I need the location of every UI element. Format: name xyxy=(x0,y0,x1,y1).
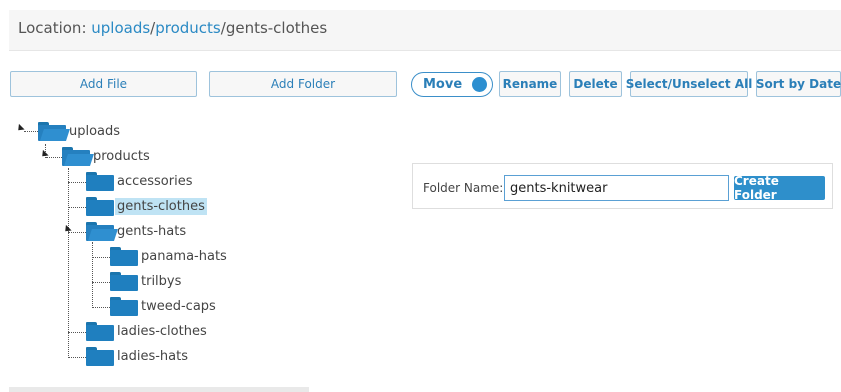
move-toggle[interactable]: Move xyxy=(411,72,493,97)
tree-connector xyxy=(92,307,110,308)
tree-node-panama-hats[interactable]: panama-hats xyxy=(110,245,229,267)
tree-connector xyxy=(68,207,86,208)
crumb-current: gents-clothes xyxy=(225,19,328,37)
create-folder-button[interactable]: Create Folder xyxy=(734,174,825,202)
tree-node-ladies-clothes[interactable]: ladies-clothes xyxy=(86,320,209,342)
folder-icon xyxy=(86,346,114,366)
folder-icon xyxy=(86,171,114,191)
tree-node-label: trilbys xyxy=(141,273,182,289)
tree-node-gents-hats[interactable]: gents-hats xyxy=(86,220,188,242)
tree-node-label: ladies-clothes xyxy=(117,323,207,339)
tree-connector xyxy=(92,257,110,258)
folder-open-icon xyxy=(38,121,70,141)
tree-connector xyxy=(68,357,86,358)
breadcrumb: Location: uploads/products/gents-clothes xyxy=(18,19,327,37)
move-label: Move xyxy=(423,77,463,92)
sort-by-date-button[interactable]: Sort by Date xyxy=(756,71,841,97)
new-folder-panel: Folder Name: Create Folder xyxy=(412,163,833,209)
tree-node-accessories[interactable]: accessories xyxy=(86,170,195,192)
horizontal-scrollbar[interactable] xyxy=(9,387,309,392)
crumb-uploads[interactable]: uploads xyxy=(91,19,150,37)
tree-node-label: ladies-hats xyxy=(117,348,188,364)
add-folder-button[interactable]: Add Folder xyxy=(209,71,397,97)
tree-node-products[interactable]: products xyxy=(62,145,152,167)
tree-connector xyxy=(68,332,86,333)
tree-connector xyxy=(68,168,69,358)
tree-node-label: panama-hats xyxy=(141,248,227,264)
folder-open-icon xyxy=(62,146,94,166)
tree-connector xyxy=(92,282,110,283)
folder-icon xyxy=(110,271,138,291)
folder-name-label: Folder Name: xyxy=(423,181,504,195)
location-bar: Location: uploads/products/gents-clothes xyxy=(9,10,841,51)
tree-node-uploads[interactable]: uploads xyxy=(38,120,122,142)
folder-icon xyxy=(110,246,138,266)
tree-node-label: gents-clothes xyxy=(115,197,207,215)
tree-connector xyxy=(24,131,38,132)
location-prefix: Location: xyxy=(18,19,92,37)
rename-button[interactable]: Rename xyxy=(499,71,561,97)
select-all-button[interactable]: Select/Unselect All xyxy=(626,71,752,97)
tree-connector xyxy=(68,232,86,233)
folder-icon xyxy=(86,321,114,341)
folder-name-input[interactable] xyxy=(504,175,729,201)
tree-connector xyxy=(92,242,93,308)
folder-open-icon xyxy=(86,221,118,241)
tree-node-tweed-caps[interactable]: tweed-caps xyxy=(110,295,218,317)
tree-node-label: accessories xyxy=(117,173,193,189)
tree-node-trilbys[interactable]: trilbys xyxy=(110,270,183,292)
delete-button[interactable]: Delete xyxy=(569,71,622,97)
folder-icon xyxy=(86,196,114,216)
tree-node-label: uploads xyxy=(69,123,121,139)
tree-node-label: products xyxy=(93,148,150,164)
tree-node-ladies-hats[interactable]: ladies-hats xyxy=(86,345,190,367)
toggle-knob xyxy=(472,77,487,92)
tree-node-label: gents-hats xyxy=(117,223,187,239)
add-file-button[interactable]: Add File xyxy=(10,71,197,97)
tree-node-gents-clothes[interactable]: gents-clothes xyxy=(86,195,207,217)
crumb-products[interactable]: products xyxy=(155,19,221,37)
tree-connector xyxy=(68,182,86,183)
tree-node-label: tweed-caps xyxy=(141,298,216,314)
folder-icon xyxy=(110,296,138,316)
tree-connector xyxy=(46,157,62,158)
